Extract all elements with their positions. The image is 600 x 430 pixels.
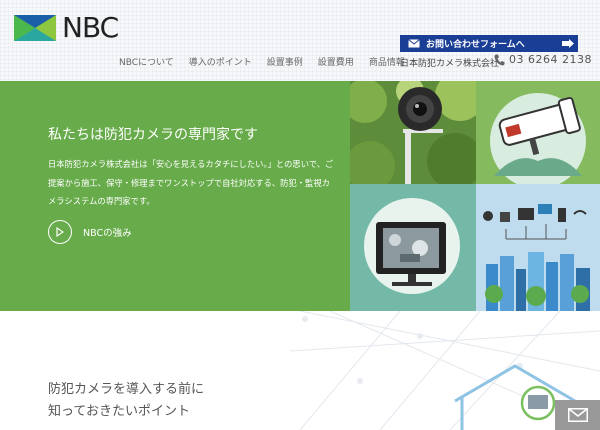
monitor-illustration (350, 184, 476, 311)
phone-number[interactable]: 03 6264 2138 (494, 53, 592, 66)
hero-description: 日本防犯カメラ株式会社は「安心を見えるカタチにしたい。」との思いで、ご提案から施… (48, 159, 334, 206)
strength-link-label: NBCの強み (83, 228, 132, 239)
nav-item-cost[interactable]: 設置費用 (318, 55, 354, 68)
bullet-camera-illustration (476, 81, 600, 184)
nbc-strength-link[interactable]: NBCの強み (48, 220, 132, 244)
points-heading-line1: 防犯カメラを導入する前に (48, 382, 205, 397)
envelope-icon (567, 408, 588, 422)
main-nav: NBCについて 導入のポイント 設置事例 設置費用 商品情報 (119, 55, 420, 68)
contact-button-label: お問い合わせフォームへ (426, 40, 525, 50)
play-circle-icon (48, 220, 72, 244)
nbc-logo-icon (14, 15, 56, 41)
points-heading: 防犯カメラを導入する前に 知っておきたいポイント (48, 379, 248, 423)
dome-camera-photo (350, 81, 476, 184)
phone-number-text: 03 6264 2138 (509, 53, 592, 66)
nav-item-points[interactable]: 導入のポイント (189, 55, 252, 68)
nav-item-cases[interactable]: 設置事例 (267, 55, 303, 68)
points-heading-line2: 知っておきたいポイント (48, 404, 190, 419)
floating-mail-button[interactable] (555, 400, 600, 430)
contact-form-button[interactable]: お問い合わせフォームへ (400, 35, 578, 52)
mail-icon (408, 39, 420, 48)
arrow-right-icon (562, 39, 574, 48)
city-network-illustration (476, 184, 600, 311)
hero-title: 私たちは防犯カメラの専門家です (48, 127, 258, 143)
logo-text: NBC (62, 11, 119, 44)
company-name: 日本防犯カメラ株式会社 (400, 59, 500, 69)
phone-icon (494, 54, 505, 65)
site-header: NBC お問い合わせフォームへ NBCについて 導入のポイント 設置事例 設置費… (0, 0, 600, 81)
hero-section: 私たちは防犯カメラの専門家です 日本防犯カメラ株式会社は「安心を見えるカタチにし… (0, 81, 350, 311)
site-logo[interactable]: NBC (14, 11, 119, 44)
points-section: 防犯カメラを導入する前に 知っておきたいポイント (0, 311, 600, 430)
nav-item-about[interactable]: NBCについて (119, 55, 174, 68)
